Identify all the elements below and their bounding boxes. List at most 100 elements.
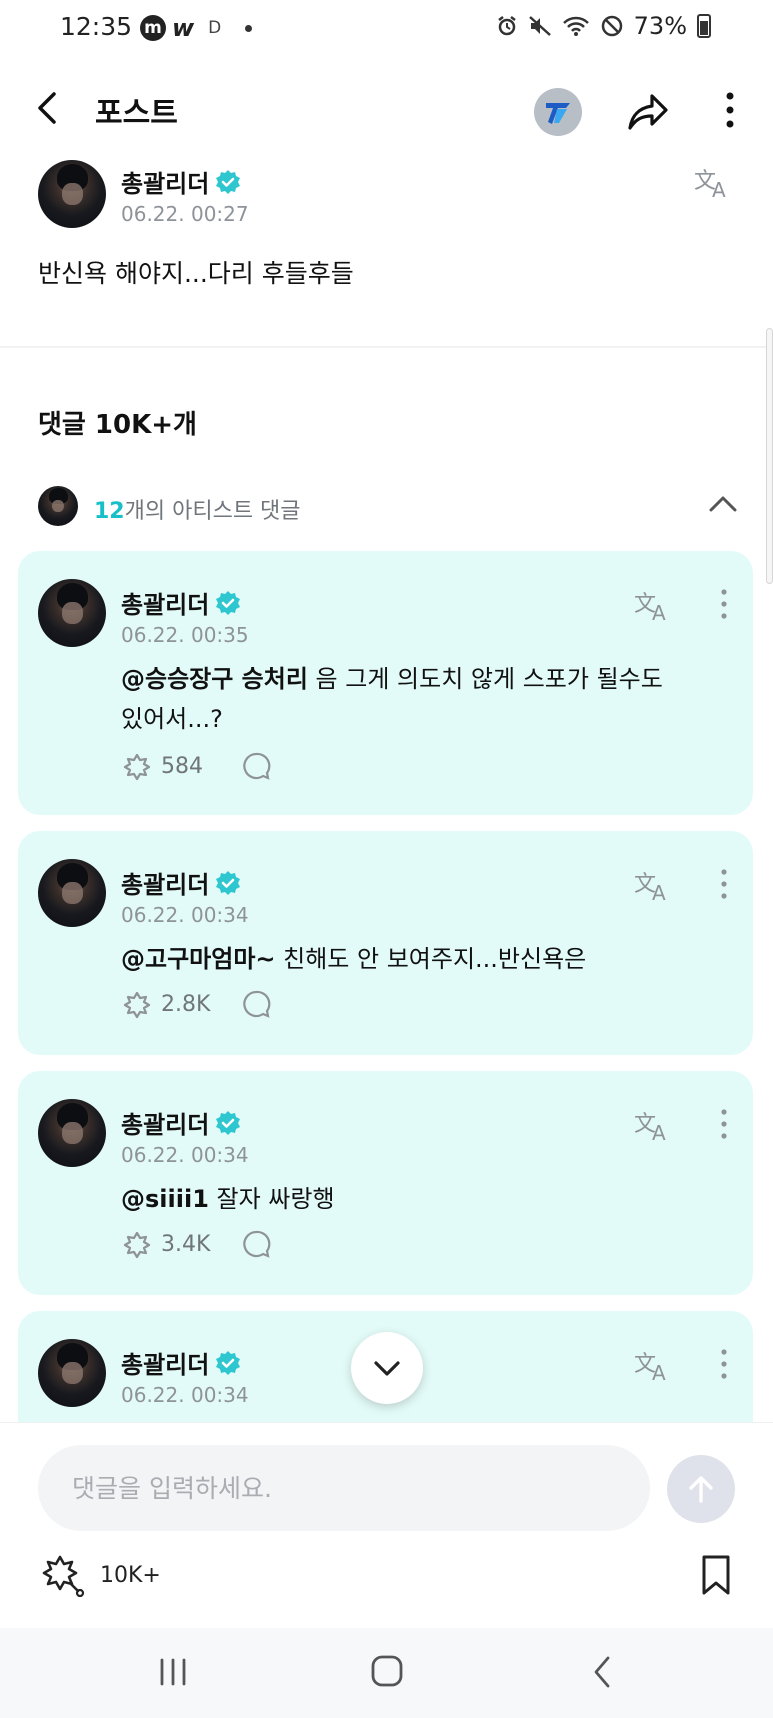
avatar[interactable] xyxy=(38,1339,106,1407)
comment-author[interactable]: 총괄리더 xyxy=(121,865,241,900)
section-divider xyxy=(0,346,773,348)
comment-card: 총괄리더 06.22. 00:34 文A @siiii1 잘자 싸랑행 3.4K xyxy=(18,1071,753,1295)
status-bar: 12:35 m w D 73% xyxy=(0,0,773,56)
mention-link[interactable]: @siiii1 xyxy=(121,1185,209,1213)
bookmark-icon[interactable] xyxy=(696,1553,736,1597)
translate-icon[interactable]: 文A xyxy=(694,164,734,200)
svg-text:A: A xyxy=(652,881,666,903)
status-system-icons: 73% xyxy=(496,12,711,40)
scrollbar[interactable] xyxy=(766,328,773,584)
artist-comments-text: 개의 아티스트 댓글 xyxy=(124,499,301,524)
comment-text: 친해도 안 보여주지...반신욕은 xyxy=(275,945,587,973)
home-icon[interactable] xyxy=(370,1654,404,1688)
verified-badge-icon xyxy=(216,590,241,615)
reply-bubble-icon[interactable] xyxy=(241,989,271,1019)
author-name: 총괄리더 xyxy=(121,591,210,619)
reaction-count: 10K+ xyxy=(100,1562,161,1588)
mention-link[interactable]: @고구마엄마~ xyxy=(121,945,276,973)
comment-body: @siiii1 잘자 싸랑행 xyxy=(121,1179,681,1219)
avatar[interactable] xyxy=(38,859,106,927)
share-icon[interactable] xyxy=(624,88,672,136)
reply-bubble-icon[interactable] xyxy=(241,1229,271,1259)
author-name: 총괄리더 xyxy=(121,871,210,899)
translate-icon[interactable]: 文A xyxy=(634,587,674,623)
more-notifications-dot-icon xyxy=(245,24,253,32)
translate-icon[interactable]: 文A xyxy=(634,867,674,903)
like-icon[interactable] xyxy=(121,1229,155,1259)
status-time: 12:35 xyxy=(60,12,133,41)
system-navigation-bar xyxy=(0,1628,773,1718)
system-back-icon[interactable] xyxy=(590,1654,614,1690)
comment-date: 06.22. 00:34 xyxy=(121,1143,249,1167)
post-date: 06.22. 00:27 xyxy=(121,202,249,226)
svg-text:A: A xyxy=(652,1361,666,1383)
scroll-to-bottom-button[interactable] xyxy=(351,1332,423,1404)
like-count: 3.4K xyxy=(161,1231,211,1257)
reply-bubble-icon[interactable] xyxy=(241,751,271,781)
verified-badge-icon xyxy=(216,1110,241,1135)
verified-badge-icon xyxy=(216,870,241,895)
status-notification-icons: m w D xyxy=(140,14,253,42)
top-app-bar: 포스트 xyxy=(0,70,773,150)
comment-date: 06.22. 00:34 xyxy=(121,1383,249,1407)
comment-author[interactable]: 총괄리더 xyxy=(121,1345,241,1380)
chevron-down-icon xyxy=(374,1361,400,1376)
comment-date: 06.22. 00:34 xyxy=(121,903,249,927)
post-body: 반신욕 해야지...다리 후들후들 xyxy=(38,259,354,288)
group-logo-icon xyxy=(546,103,570,124)
more-options-icon[interactable] xyxy=(718,1347,730,1381)
author-name: 총괄리더 xyxy=(121,1351,210,1379)
back-arrow-icon[interactable] xyxy=(28,88,68,128)
svg-text:A: A xyxy=(652,1121,666,1143)
svg-text:A: A xyxy=(712,178,726,200)
do-not-disturb-icon xyxy=(601,15,622,37)
artist-profile-button[interactable] xyxy=(534,88,582,136)
comment-actions: 2.8K xyxy=(121,989,271,1019)
comment-author[interactable]: 총괄리더 xyxy=(121,1105,241,1140)
svg-text:A: A xyxy=(652,601,666,623)
avatar[interactable] xyxy=(38,160,106,228)
mute-icon xyxy=(528,16,551,36)
d-app-icon: D xyxy=(208,18,222,38)
comment-author[interactable]: 총괄리더 xyxy=(121,585,241,620)
verified-badge-icon xyxy=(216,1350,241,1375)
like-icon[interactable] xyxy=(121,751,155,781)
comments-count-heading: 댓글 10K+개 xyxy=(38,410,197,440)
wifi-icon xyxy=(562,16,589,36)
translate-icon[interactable]: 文A xyxy=(634,1107,674,1143)
chevron-up-icon[interactable] xyxy=(708,492,738,516)
post-reaction-button[interactable]: 10K+ xyxy=(38,1553,161,1597)
translate-icon[interactable]: 文A xyxy=(634,1347,674,1383)
more-options-icon[interactable] xyxy=(718,867,730,901)
avatar xyxy=(38,486,78,526)
send-button[interactable] xyxy=(667,1455,735,1523)
comment-input[interactable] xyxy=(38,1445,650,1531)
verified-badge-icon xyxy=(216,169,241,194)
page-title: 포스트 xyxy=(95,96,178,131)
more-options-icon[interactable] xyxy=(718,88,742,136)
artist-comments-label: 12개의 아티스트 댓글 xyxy=(94,493,301,525)
comment-actions: 3.4K xyxy=(121,1229,271,1259)
more-options-icon[interactable] xyxy=(718,1107,730,1141)
artist-comments-count: 12 xyxy=(94,499,125,524)
mention-link[interactable]: @승승장구 승처리 xyxy=(121,665,308,693)
avatar[interactable] xyxy=(38,579,106,647)
m-app-icon: m xyxy=(140,15,166,41)
like-icon[interactable] xyxy=(121,989,155,1019)
author-name: 총괄리더 xyxy=(121,170,210,198)
avatar[interactable] xyxy=(38,1099,106,1167)
recent-apps-icon[interactable] xyxy=(158,1656,188,1688)
more-options-icon[interactable] xyxy=(718,587,730,621)
comment-date: 06.22. 00:35 xyxy=(121,623,249,647)
post-author[interactable]: 총괄리더 xyxy=(121,164,241,199)
like-count: 2.8K xyxy=(161,991,211,1017)
comment-card: 총괄리더 06.22. 00:34 文A @고구마엄마~ 친해도 안 보여주지.… xyxy=(18,831,753,1055)
comment-body: @승승장구 승처리 음 그게 의도치 않게 스포가 될수도 있어서...? xyxy=(121,659,681,739)
alarm-icon xyxy=(497,16,516,36)
artist-comments-toggle[interactable]: 12개의 아티스트 댓글 xyxy=(0,484,773,528)
comment-card: 총괄리더 06.22. 00:35 文A @승승장구 승처리 음 그게 의도치 … xyxy=(18,551,753,815)
like-count: 584 xyxy=(161,753,203,779)
author-name: 총괄리더 xyxy=(121,1111,210,1139)
comment-composer: 10K+ xyxy=(0,1422,773,1628)
comment-body: @고구마엄마~ 친해도 안 보여주지...반신욕은 xyxy=(121,939,681,979)
